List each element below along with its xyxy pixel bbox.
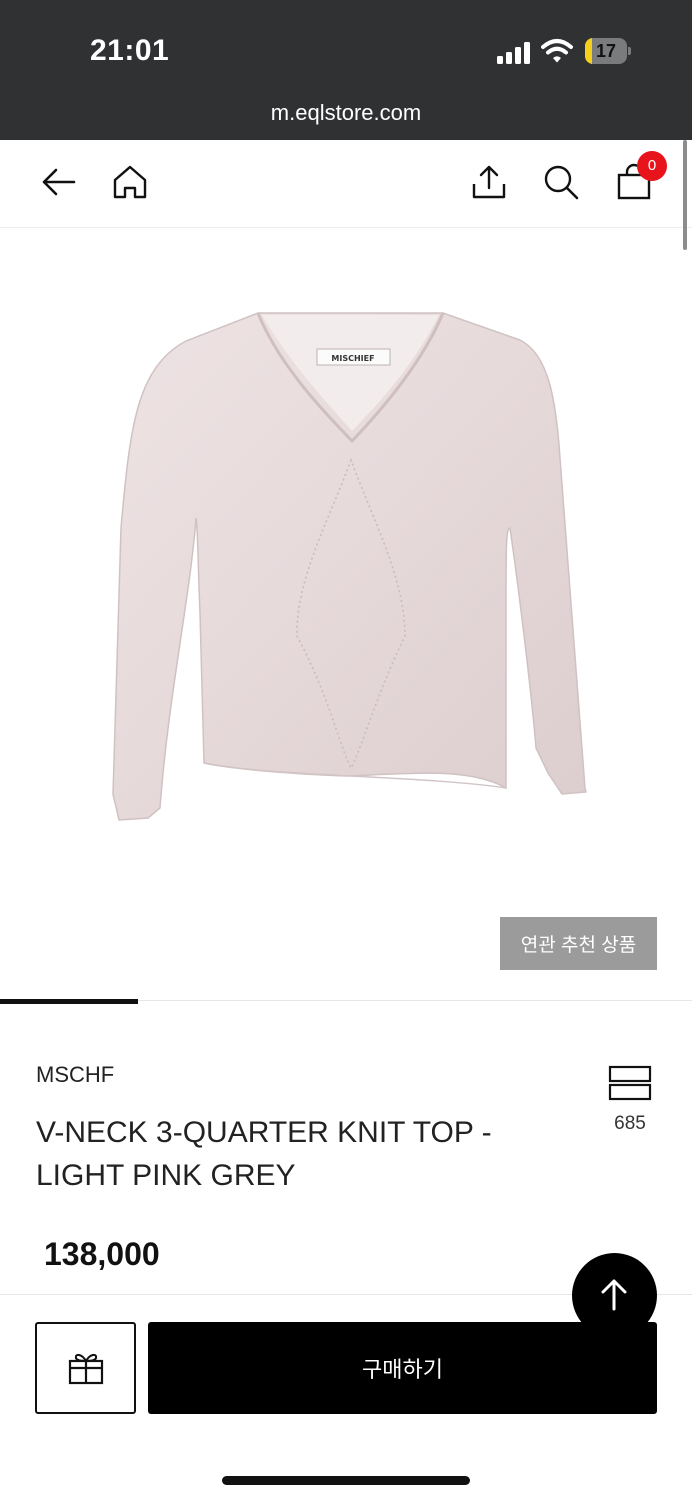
related-products-button[interactable]: 연관 추천 상품 bbox=[500, 917, 657, 970]
share-icon[interactable] bbox=[469, 162, 509, 202]
search-icon[interactable] bbox=[541, 162, 581, 202]
gift-button[interactable] bbox=[35, 1322, 136, 1414]
home-icon[interactable] bbox=[110, 162, 150, 202]
status-time: 21:01 bbox=[90, 34, 170, 67]
wishlist-count: 685 bbox=[614, 1113, 646, 1134]
gallery-progress-bar bbox=[0, 999, 139, 1004]
buy-now-button[interactable]: 구매하기 bbox=[148, 1322, 657, 1414]
arrow-up-icon bbox=[601, 1279, 627, 1311]
browser-url[interactable]: m.eqlstore.com bbox=[0, 100, 692, 126]
product-brand[interactable]: MSCHF bbox=[36, 1062, 114, 1088]
product-title: V-NECK 3-QUARTER KNIT TOP - LIGHT PINK G… bbox=[36, 1116, 492, 1192]
wifi-icon bbox=[541, 39, 573, 63]
home-indicator[interactable] bbox=[222, 1476, 470, 1485]
gift-icon bbox=[68, 1353, 104, 1385]
garment-label-text: MISCHIEF bbox=[331, 354, 374, 363]
cart-count-badge: 0 bbox=[637, 151, 667, 181]
battery-level: 17 bbox=[595, 41, 617, 61]
top-nav-bar bbox=[0, 140, 692, 228]
back-arrow-icon[interactable] bbox=[38, 162, 78, 202]
product-image[interactable]: MISCHIEF bbox=[0, 228, 692, 1000]
scroll-to-top-button[interactable] bbox=[572, 1253, 657, 1338]
product-price: 138,000 bbox=[44, 1236, 160, 1272]
status-bar: 21:01 17 m.eqlstore.com bbox=[0, 0, 692, 140]
knit-top-product-image: MISCHIEF bbox=[112, 312, 587, 821]
battery-indicator: 17 bbox=[585, 38, 631, 64]
cellular-signal-icon bbox=[497, 40, 533, 64]
